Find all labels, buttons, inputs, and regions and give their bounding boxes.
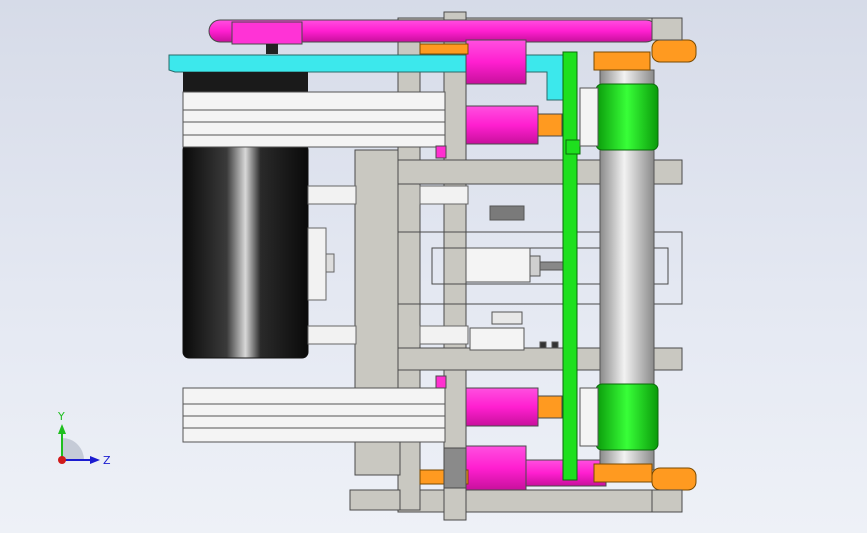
center-upright-right — [443, 11, 467, 521]
roller-green-sleeve-bottom — [595, 383, 659, 451]
y-axis-label: Y — [58, 410, 65, 423]
top-link-bolt — [266, 44, 278, 54]
bearing-top — [579, 87, 599, 147]
aluminum-extrusion-top — [182, 91, 446, 148]
bottom-rail — [397, 489, 681, 513]
bottom-foot — [349, 489, 401, 511]
triad-axes — [58, 424, 100, 464]
cad-assembly-view[interactable] — [0, 0, 867, 533]
left-upright — [354, 149, 401, 391]
bearing-bottom — [579, 387, 599, 447]
coordinate-triad: Y Z — [40, 410, 120, 480]
motor-body — [182, 143, 309, 359]
z-axis-label: Z — [103, 454, 111, 467]
linear-actuator — [465, 205, 566, 351]
lower-bracket — [354, 439, 401, 476]
motor-cap — [183, 72, 308, 94]
roller-green-sleeve-top — [595, 83, 659, 151]
green-side-plate — [562, 51, 581, 481]
top-link-clamp — [231, 21, 303, 45]
cad-viewport[interactable]: Y Z — [0, 0, 867, 533]
x-axis-dot — [58, 456, 66, 464]
aluminum-extrusion-bottom — [182, 387, 446, 443]
